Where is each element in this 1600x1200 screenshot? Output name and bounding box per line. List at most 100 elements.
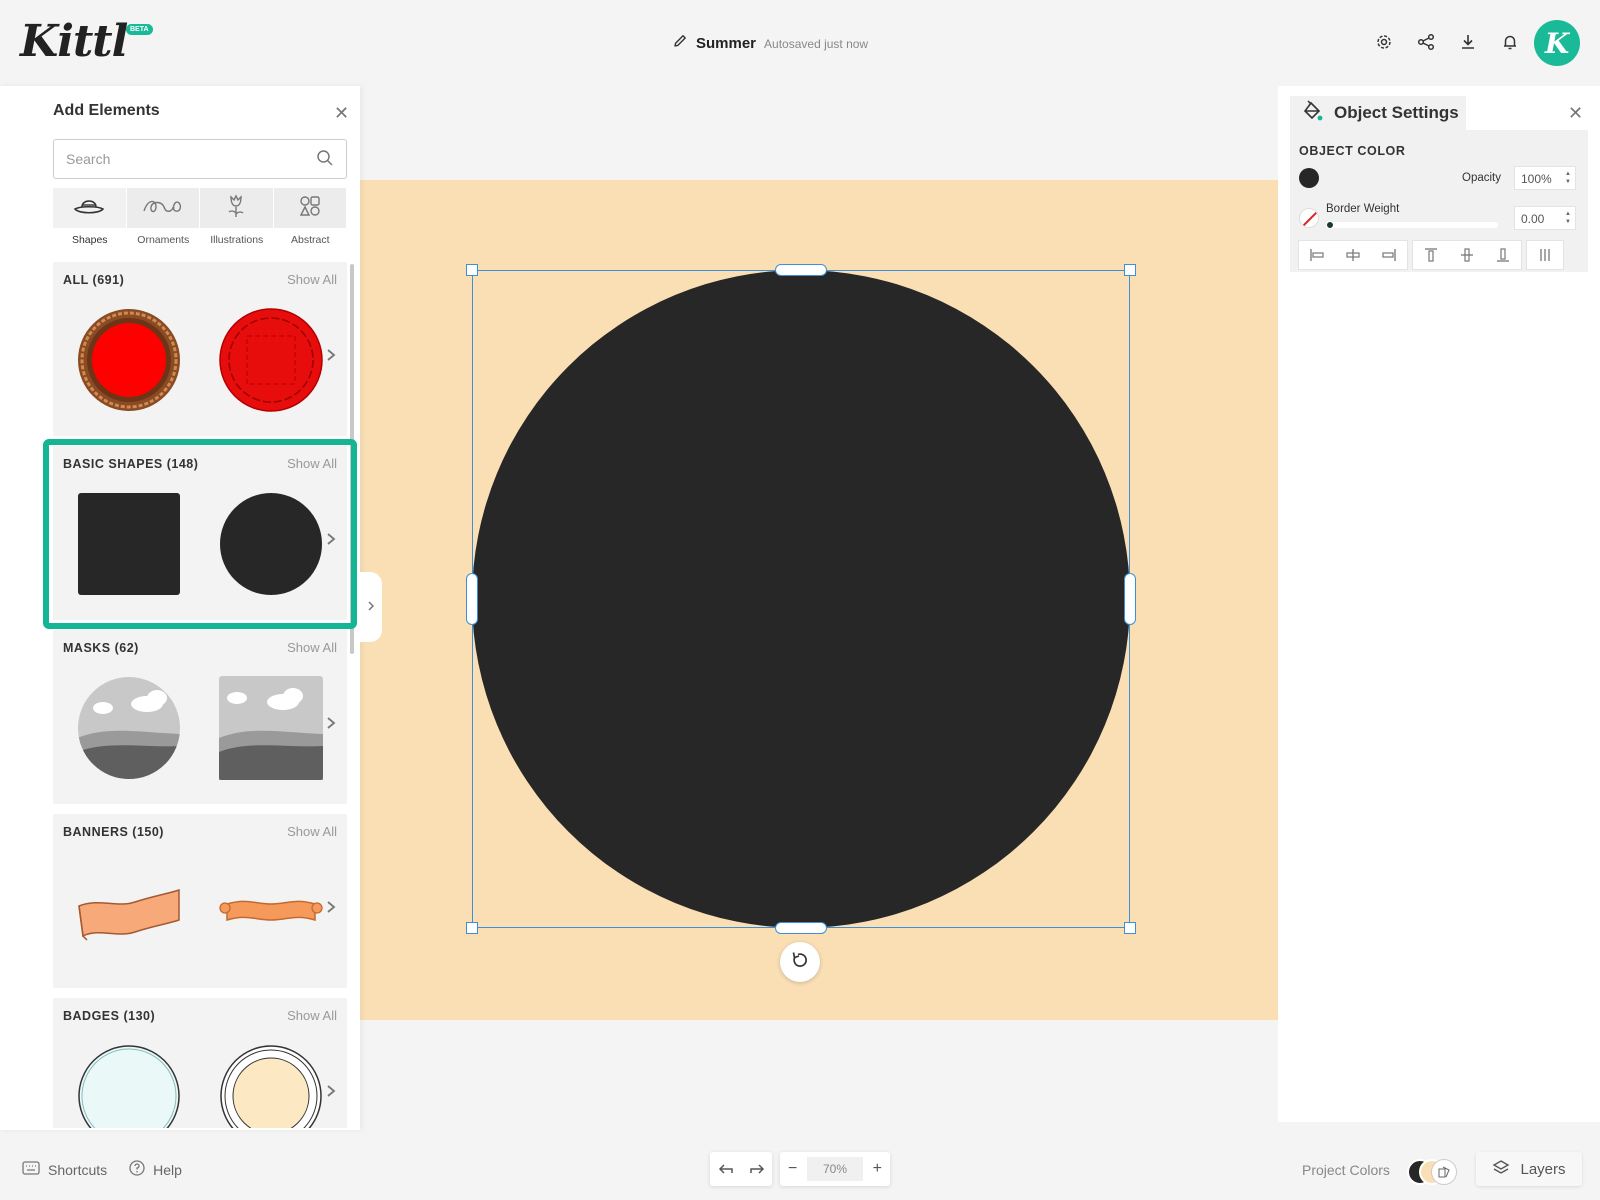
object-color-swatch[interactable] xyxy=(1299,168,1319,188)
tab-illustrations[interactable]: Illustrations xyxy=(200,188,274,258)
align-top-icon[interactable] xyxy=(1413,241,1449,269)
resize-handle-right[interactable] xyxy=(1124,573,1136,625)
opacity-value: 100% xyxy=(1521,172,1552,186)
zoom-in-icon[interactable]: + xyxy=(873,1160,882,1178)
panel-title: Add Elements xyxy=(53,102,160,119)
undo-icon[interactable] xyxy=(718,1163,734,1175)
search-input[interactable] xyxy=(53,139,347,179)
close-icon[interactable]: ✕ xyxy=(334,104,349,122)
resize-handle-top-right[interactable] xyxy=(1124,264,1136,276)
show-all-link[interactable]: Show All xyxy=(287,824,337,839)
help-question-icon xyxy=(129,1160,145,1179)
distribute-icon[interactable] xyxy=(1527,241,1563,269)
section-masks: MASKS (62) Show All xyxy=(53,630,347,804)
add-elements-panel: Add Elements ✕ Shapes Ornaments xyxy=(0,86,360,1130)
border-weight-value: 0.00 xyxy=(1521,212,1545,226)
tab-shapes[interactable]: Shapes xyxy=(53,188,127,258)
distribute-group xyxy=(1526,240,1564,270)
border-weight-slider[interactable] xyxy=(1326,222,1498,228)
swirl-icon xyxy=(142,195,184,222)
wavy-banner[interactable] xyxy=(77,860,181,964)
shortcuts-label: Shortcuts xyxy=(48,1161,108,1178)
square-mask[interactable] xyxy=(219,676,323,780)
document-name[interactable]: Summer xyxy=(696,35,756,52)
redo-icon[interactable] xyxy=(749,1163,765,1175)
zoom-level[interactable]: 70% xyxy=(807,1157,863,1181)
rotate-icon xyxy=(790,950,810,975)
tab-ornaments[interactable]: Ornaments xyxy=(126,188,200,258)
align-bottom-icon[interactable] xyxy=(1485,241,1521,269)
square-shape[interactable] xyxy=(77,492,181,596)
keyboard-icon xyxy=(22,1161,40,1178)
notification-bell-icon[interactable] xyxy=(1496,28,1524,56)
layers-button[interactable]: Layers xyxy=(1476,1152,1582,1186)
chevron-right-icon xyxy=(367,600,375,615)
light-blue-badge[interactable] xyxy=(77,1044,181,1128)
opacity-input[interactable]: 100% ▲ ▼ xyxy=(1514,166,1576,190)
cream-badge[interactable] xyxy=(219,1044,323,1128)
resize-handle-bottom[interactable] xyxy=(775,922,827,934)
color-palette-icon[interactable] xyxy=(1431,1159,1457,1185)
panel-scrollbar[interactable] xyxy=(350,264,354,654)
object-settings-tab[interactable]: Object Settings xyxy=(1290,96,1466,130)
show-all-link[interactable]: Show All xyxy=(287,456,337,471)
ornate-red-circle-frame[interactable] xyxy=(77,308,181,412)
section-all: ALL (691) Show All xyxy=(53,262,347,436)
resize-handle-left[interactable] xyxy=(466,573,478,625)
history-controls xyxy=(710,1152,772,1186)
chevron-right-icon[interactable] xyxy=(325,348,337,367)
project-colors-swatches[interactable] xyxy=(1407,1159,1457,1185)
circle-mask[interactable] xyxy=(77,676,181,780)
top-actions xyxy=(1370,28,1524,56)
kittl-logo[interactable]: Kittl xyxy=(20,16,128,67)
zoom-controls: − 70% + xyxy=(780,1152,890,1186)
search-icon[interactable] xyxy=(316,149,334,172)
settings-gear-icon[interactable] xyxy=(1370,28,1398,56)
stepper-arrows-icon[interactable]: ▲ ▼ xyxy=(1565,170,1571,186)
chevron-right-icon[interactable] xyxy=(325,716,337,735)
chevron-right-icon[interactable] xyxy=(325,900,337,919)
chevron-right-icon[interactable] xyxy=(325,1084,337,1103)
show-all-link[interactable]: Show All xyxy=(287,1008,337,1023)
circle-shape[interactable] xyxy=(219,492,323,596)
section-basic-shapes: BASIC SHAPES (148) Show All xyxy=(53,446,347,620)
bottom-left-links: Shortcuts Help xyxy=(22,1160,182,1179)
resize-handle-top[interactable] xyxy=(775,264,827,276)
section-title: BASIC SHAPES (148) xyxy=(63,457,199,471)
object-color-label: OBJECT COLOR xyxy=(1299,144,1406,158)
stepper-arrows-icon[interactable]: ▲ ▼ xyxy=(1565,210,1571,226)
border-weight-slider-handle[interactable] xyxy=(1326,221,1334,229)
align-center-horizontal-icon[interactable] xyxy=(1335,241,1371,269)
layers-label: Layers xyxy=(1520,1160,1566,1178)
border-color-none-icon[interactable] xyxy=(1299,208,1319,228)
align-right-icon[interactable] xyxy=(1371,241,1407,269)
collapse-panel-tab[interactable] xyxy=(360,572,382,642)
align-left-icon[interactable] xyxy=(1299,241,1335,269)
shortcuts-button[interactable]: Shortcuts xyxy=(22,1160,107,1179)
show-all-link[interactable]: Show All xyxy=(287,640,337,655)
project-colors-label[interactable]: Project Colors xyxy=(1302,1162,1390,1178)
object-settings-panel: Object Settings ✕ OBJECT COLOR Opacity 1… xyxy=(1278,86,1600,1122)
tab-label: Ornaments xyxy=(137,234,190,246)
settings-title: Object Settings xyxy=(1334,103,1459,122)
close-icon[interactable]: ✕ xyxy=(1568,104,1583,122)
vertical-align-group xyxy=(1412,240,1522,270)
tab-abstract[interactable]: Abstract xyxy=(273,188,347,258)
ribbon-banner[interactable] xyxy=(219,860,323,964)
help-button[interactable]: Help xyxy=(129,1160,182,1179)
tab-label: Illustrations xyxy=(210,234,264,246)
border-weight-input[interactable]: 0.00 ▲ ▼ xyxy=(1514,206,1576,230)
user-avatar[interactable]: K xyxy=(1534,20,1580,66)
resize-handle-top-left[interactable] xyxy=(466,264,478,276)
chevron-right-icon[interactable] xyxy=(325,532,337,551)
pencil-icon[interactable] xyxy=(672,33,688,54)
download-icon[interactable] xyxy=(1454,28,1482,56)
resize-handle-bottom-right[interactable] xyxy=(1124,922,1136,934)
red-patterned-circle[interactable] xyxy=(219,308,323,412)
share-icon[interactable] xyxy=(1412,28,1440,56)
show-all-link[interactable]: Show All xyxy=(287,272,337,287)
zoom-out-icon[interactable]: − xyxy=(788,1160,797,1178)
align-middle-vertical-icon[interactable] xyxy=(1449,241,1485,269)
rotate-handle[interactable] xyxy=(780,942,820,982)
resize-handle-bottom-left[interactable] xyxy=(466,922,478,934)
